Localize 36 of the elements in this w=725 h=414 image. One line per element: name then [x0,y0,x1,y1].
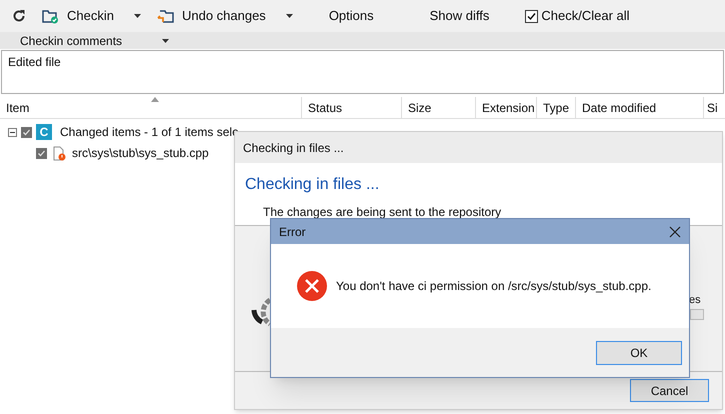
dialog-title: Error [279,224,306,240]
column-header[interactable]: Size [402,97,476,118]
show-diffs-button[interactable]: Show diffs [402,1,518,31]
checkbox[interactable] [21,126,32,138]
column-header[interactable]: Si [704,97,725,118]
dialog-heading: Checking in files ... [245,175,380,195]
sort-arrow-icon [151,97,159,102]
caret-icon [134,14,141,18]
error-icon [297,271,327,301]
column-header[interactable]: Date modified [576,97,704,118]
column-header[interactable]: Status [302,97,402,118]
expander-icon[interactable] [8,128,17,136]
checkin-button[interactable]: Checkin [34,1,149,31]
check-all-checkbox[interactable] [525,10,538,22]
caret-icon [162,38,170,42]
ok-button[interactable]: OK [596,340,682,364]
column-header[interactable]: Extension [476,97,537,118]
changed-badge: C [36,124,52,140]
checkbox-label[interactable]: Check/Clear all [541,6,630,26]
folder-undo-icon [156,8,174,24]
file-warning-icon [53,146,66,160]
column-header[interactable]: Item [0,97,302,118]
column-header[interactable]: Type [537,97,576,118]
tree-item-label[interactable]: src\sys\stub\sys_stub.cpp [72,144,209,162]
caret-icon [286,14,293,18]
comments-field[interactable]: Edited file [1,50,724,94]
checkbox[interactable] [36,148,47,158]
error-message: You don't have ci permission on /src/sys/stub/sys_stub.cpp. [336,278,652,295]
cancel-button[interactable]: Cancel [630,379,709,402]
undo-button[interactable]: Undo changes [148,1,301,31]
dialog-title: Checking in files ... [243,140,344,156]
status-text: The changes are being sent to the repository [263,204,502,221]
close-icon[interactable] [669,226,681,238]
options-button[interactable]: Options [300,1,402,31]
folder-check-icon [42,8,59,24]
refresh-icon [12,9,26,23]
